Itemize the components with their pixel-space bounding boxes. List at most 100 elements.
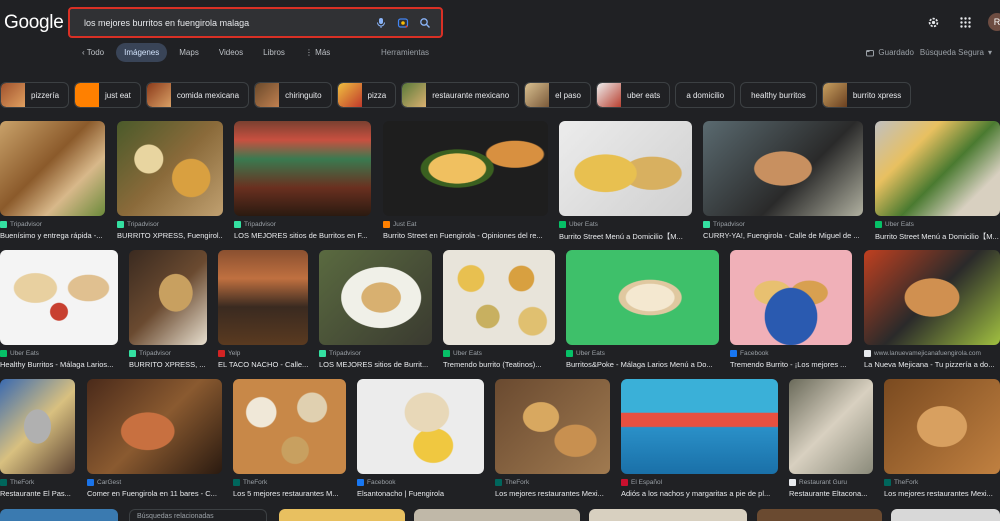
image-result[interactable]: Uber Eats Burritos&Poke - Málaga Larios … [566, 250, 719, 370]
result-title[interactable]: EL TACO NACHO - Calle... [218, 360, 308, 369]
result-image[interactable] [443, 250, 555, 345]
result-title[interactable]: Restaurante Eltacona... [789, 489, 873, 498]
chip-chiringuito[interactable]: chiringuito [254, 82, 332, 108]
microphone-icon[interactable] [373, 15, 389, 31]
result-image[interactable] [566, 250, 719, 345]
image-result[interactable]: Just Eat Burrito Street en Fuengirola - … [383, 121, 548, 241]
image-result[interactable] [589, 509, 747, 521]
image-result[interactable]: Uber Eats Healthy Burritos - Málaga Lari… [0, 250, 118, 370]
search-icon[interactable] [417, 15, 433, 31]
tools-button[interactable]: Herramientas [381, 48, 429, 57]
result-title[interactable]: Burrito Street Menú a Domicilio【M... [875, 231, 1000, 242]
result-image[interactable] [319, 250, 432, 345]
tab-maps[interactable]: Maps [171, 43, 207, 62]
chip-el-paso[interactable]: el paso [524, 82, 591, 108]
image-result[interactable]: Tripadvisor Buenísimo y entrega rápida -… [0, 121, 105, 241]
image-result[interactable] [0, 509, 118, 521]
chip-uber-eats[interactable]: uber eats [595, 82, 671, 108]
result-image[interactable] [0, 250, 118, 345]
image-result[interactable]: Restaurant Guru Restaurante Eltacona... [789, 379, 873, 499]
result-title[interactable]: La Nueva Mejicana - Tu pizzería a do... [864, 360, 1000, 369]
result-image[interactable] [559, 121, 692, 216]
result-title[interactable]: Burrito Street Menú a Domicilio【M... [559, 231, 692, 242]
image-result[interactable]: El Español Adiós a los nachos y margarit… [621, 379, 778, 499]
image-result[interactable]: TheFork Los mejores restaurantes Mexi... [495, 379, 610, 499]
result-image[interactable] [621, 379, 778, 474]
image-result[interactable] [757, 509, 882, 521]
image-result[interactable]: TheFork Los mejores restaurantes Mexi... [884, 379, 1000, 499]
result-image[interactable] [703, 121, 863, 216]
image-result[interactable]: TheFork Restaurante El Pas... [0, 379, 75, 499]
chip-healthy-burritos[interactable]: healthy burritos [740, 82, 817, 108]
image-result[interactable]: TheFork Los 5 mejores restaurantes M... [233, 379, 346, 499]
tab-videos[interactable]: Videos [211, 43, 251, 62]
result-image[interactable] [0, 379, 75, 474]
image-result[interactable] [279, 509, 405, 521]
result-title[interactable]: Buenísimo y entrega rápida -... [0, 231, 105, 240]
result-image[interactable] [884, 379, 1000, 474]
lens-icon[interactable] [395, 15, 411, 31]
result-image[interactable] [234, 121, 371, 216]
result-image[interactable] [864, 250, 1000, 345]
result-title[interactable]: Los 5 mejores restaurantes M... [233, 489, 346, 498]
tab-all[interactable]: ‹ Todo [74, 43, 112, 62]
result-image[interactable] [87, 379, 222, 474]
image-result[interactable]: CarGest Comer en Fuengirola en 11 bares … [87, 379, 222, 499]
result-image[interactable] [730, 250, 852, 345]
result-image[interactable] [875, 121, 1000, 216]
result-image[interactable] [383, 121, 548, 216]
image-result[interactable]: Tripadvisor BURRITO XPRESS, ... [129, 250, 207, 370]
result-image[interactable] [117, 121, 223, 216]
image-result[interactable] [414, 509, 580, 521]
result-image[interactable] [129, 250, 207, 345]
chip-just-eat[interactable]: just eat [74, 82, 141, 108]
result-title[interactable]: Tremendo burrito (Teatinos)... [443, 360, 555, 369]
result-title[interactable]: Burritos&Poke - Málaga Larios Menú a Do.… [566, 360, 719, 369]
related-searches-panel[interactable]: Búsquedas relacionadas [129, 509, 267, 521]
result-title[interactable]: Comer en Fuengirola en 11 bares - C... [87, 489, 222, 498]
result-image[interactable] [218, 250, 308, 345]
image-result[interactable]: Uber Eats Tremendo burrito (Teatinos)... [443, 250, 555, 370]
result-title[interactable]: Elsantonacho | Fuengirola [357, 489, 484, 498]
chip-pizza[interactable]: pizza [336, 82, 397, 108]
chip-burrito-xpress[interactable]: burrito xpress [821, 82, 912, 108]
result-title[interactable]: Restaurante El Pas... [0, 489, 75, 498]
image-result[interactable]: Yelp EL TACO NACHO - Calle... [218, 250, 308, 370]
image-result[interactable] [891, 509, 1000, 521]
result-title[interactable]: BURRITO XPRESS, Fuengirol... [117, 231, 223, 240]
result-title[interactable]: Los mejores restaurantes Mexi... [884, 489, 1000, 498]
result-title[interactable]: LOS MEJORES sitios de Burrit... [319, 360, 432, 369]
image-result[interactable]: Facebook Elsantonacho | Fuengirola [357, 379, 484, 499]
chip-restaurante-mexicano[interactable]: restaurante mexicano [401, 82, 520, 108]
tab-books[interactable]: Libros [255, 43, 293, 62]
image-result[interactable]: Facebook Tremendo Burrito - ¡Los mejores… [730, 250, 852, 370]
result-title[interactable]: Healthy Burritos - Málaga Larios... [0, 360, 118, 369]
search-box[interactable]: los mejores burritos en fuengirola malag… [68, 7, 443, 38]
result-image[interactable] [0, 121, 105, 216]
result-title[interactable]: Los mejores restaurantes Mexi... [495, 489, 610, 498]
result-image[interactable] [495, 379, 610, 474]
safe-search-dropdown[interactable]: Búsqueda Segura ▾ [920, 48, 992, 57]
apps-grid-icon[interactable] [956, 13, 974, 31]
image-result[interactable]: Tripadvisor LOS MEJORES sitios de Burrit… [234, 121, 371, 241]
account-avatar[interactable]: R [988, 13, 1000, 31]
image-result[interactable]: Uber Eats Burrito Street Menú a Domicili… [559, 121, 692, 241]
tab-more[interactable]: ⋮ Más [297, 43, 338, 62]
result-title[interactable]: CURRY-YA!, Fuengirola - Calle de Miguel … [703, 231, 863, 240]
result-image[interactable] [789, 379, 873, 474]
image-result[interactable]: Tripadvisor BURRITO XPRESS, Fuengirol... [117, 121, 223, 241]
tab-images[interactable]: Imágenes [116, 43, 168, 62]
result-title[interactable]: Burrito Street en Fuengirola - Opiniones… [383, 231, 548, 240]
image-result[interactable]: Tripadvisor CURRY-YA!, Fuengirola - Call… [703, 121, 863, 241]
image-result[interactable]: Uber Eats Burrito Street Menú a Domicili… [875, 121, 1000, 241]
result-title[interactable]: Tremendo Burrito - ¡Los mejores ... [730, 360, 852, 369]
result-image[interactable] [357, 379, 484, 474]
chip-a-domicilio[interactable]: a domicilio [675, 82, 736, 108]
chip-pizzeria[interactable]: pizzería [0, 82, 70, 108]
chip-comida-mexicana[interactable]: comida mexicana [145, 82, 250, 108]
result-title[interactable]: BURRITO XPRESS, ... [129, 360, 207, 369]
settings-gear-icon[interactable] [924, 13, 942, 31]
image-result[interactable]: www.lanuevamejicanafuengirola.com La Nue… [864, 250, 1000, 370]
result-title[interactable]: Adiós a los nachos y margaritas a pie de… [621, 489, 778, 498]
google-logo[interactable]: Google [4, 12, 64, 34]
